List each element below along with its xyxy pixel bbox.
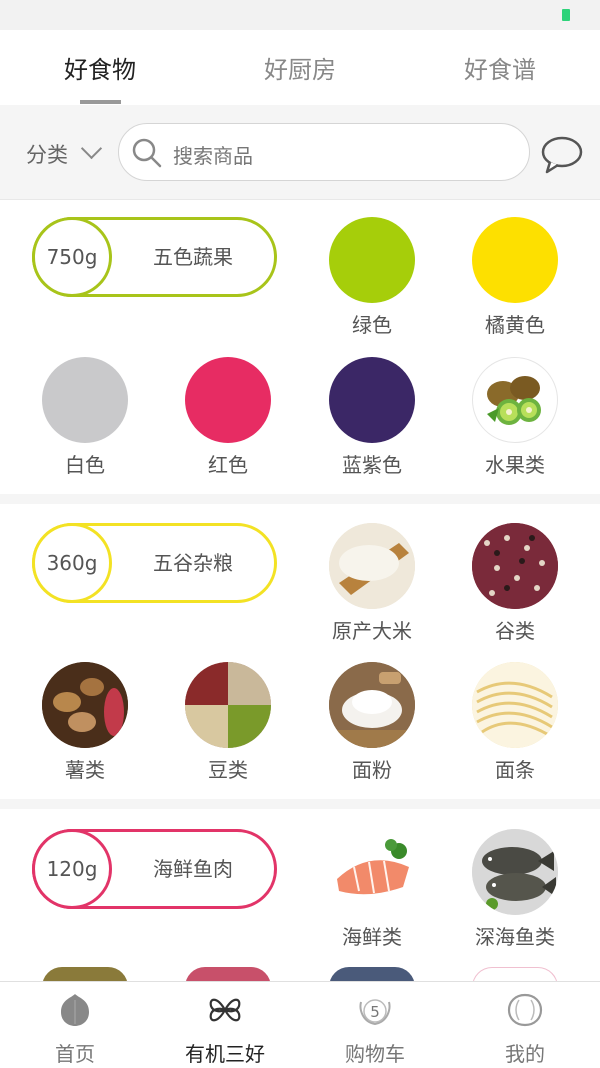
section-title: 海鲜鱼肉 [153, 857, 233, 881]
item-label: 豆类 [208, 758, 248, 782]
item-label: 蓝紫色 [342, 453, 402, 477]
top-tabs: 好食物 好厨房 好食谱 [0, 30, 600, 105]
item-label: 海鲜类 [342, 925, 402, 949]
section-title: 五谷杂粮 [153, 551, 233, 575]
category-green[interactable]: 绿色 [312, 217, 432, 338]
category-orange-yellow[interactable]: 橘黄色 [455, 217, 575, 338]
yellow-swatch [472, 217, 558, 303]
category-deep-sea-fish[interactable]: 深海鱼类 [455, 829, 575, 950]
potato-icon [42, 662, 128, 748]
category-tubers[interactable]: 薯类 [25, 662, 145, 783]
grains-icon [472, 523, 558, 609]
battery-icon [562, 9, 570, 21]
fish-icon [472, 829, 558, 915]
item-label: 红色 [208, 453, 248, 477]
item-label: 深海鱼类 [475, 925, 555, 949]
nav-label: 首页 [55, 1042, 95, 1066]
red-swatch [185, 357, 271, 443]
message-icon[interactable] [540, 135, 584, 175]
item-label: 白色 [65, 453, 105, 477]
profile-icon [507, 993, 543, 1027]
item-label: 面粉 [352, 758, 392, 782]
search-input[interactable]: 搜索商品 [118, 123, 530, 181]
nav-label: 有机三好 [185, 1042, 265, 1066]
item-label: 谷类 [495, 619, 535, 643]
salmon-icon [329, 829, 415, 915]
item-label: 原产大米 [332, 619, 412, 643]
item-label: 橘黄色 [485, 313, 545, 337]
nav-label: 购物车 [345, 1042, 405, 1066]
section-grains-header[interactable]: 360g 五谷杂粮 [32, 523, 277, 603]
item-label: 水果类 [485, 453, 545, 477]
beans-icon [185, 662, 271, 748]
section-divider [0, 494, 600, 504]
kiwi-icon [472, 357, 558, 443]
flour-icon [329, 662, 415, 748]
section-title: 五色蔬果 [153, 245, 233, 269]
bottom-navigation: 首页 有机三好 5 购物车 我的 [0, 981, 600, 1068]
search-icon [132, 138, 162, 168]
tab-good-recipe[interactable]: 好食谱 [420, 50, 580, 85]
chevron-down-icon[interactable] [80, 137, 103, 160]
search-placeholder: 搜索商品 [173, 144, 253, 168]
weight-badge: 120g [32, 829, 112, 909]
category-noodles[interactable]: 面条 [455, 662, 575, 783]
category-white[interactable]: 白色 [25, 357, 145, 478]
status-bar [0, 0, 600, 30]
item-label: 绿色 [352, 313, 392, 337]
item-label: 薯类 [65, 758, 105, 782]
category-dropdown[interactable]: 分类 [26, 139, 68, 169]
nav-profile[interactable]: 我的 [450, 982, 600, 1068]
nav-home[interactable]: 首页 [0, 982, 150, 1068]
rice-icon [329, 523, 415, 609]
category-grains[interactable]: 谷类 [455, 523, 575, 644]
item-label: 面条 [495, 758, 535, 782]
purple-swatch [329, 357, 415, 443]
nav-cart[interactable]: 5 购物车 [300, 982, 450, 1068]
section-vegetables-header[interactable]: 750g 五色蔬果 [32, 217, 277, 297]
cart-icon: 5 [359, 999, 391, 1026]
weight-badge: 360g [32, 523, 112, 603]
noodles-icon [472, 662, 558, 748]
cart-badge-count: 5 [370, 1003, 380, 1021]
category-fruits[interactable]: 水果类 [455, 357, 575, 478]
home-icon [61, 994, 89, 1026]
weight-badge: 750g [32, 217, 112, 297]
category-rice[interactable]: 原产大米 [312, 523, 432, 644]
section-seafood-header[interactable]: 120g 海鲜鱼肉 [32, 829, 277, 909]
tab-good-food[interactable]: 好食物 [20, 50, 180, 85]
organic-icon [209, 998, 241, 1022]
category-seafood[interactable]: 海鲜类 [312, 829, 432, 950]
category-flour[interactable]: 面粉 [312, 662, 432, 783]
tab-good-kitchen[interactable]: 好厨房 [220, 50, 380, 85]
white-swatch [42, 357, 128, 443]
active-tab-indicator [80, 100, 121, 104]
green-swatch [329, 217, 415, 303]
category-beans[interactable]: 豆类 [168, 662, 288, 783]
category-blue-purple[interactable]: 蓝紫色 [312, 357, 432, 478]
nav-organic[interactable]: 有机三好 [150, 982, 300, 1068]
search-bar: 分类 搜索商品 [0, 105, 600, 200]
category-red[interactable]: 红色 [168, 357, 288, 478]
nav-label: 我的 [505, 1042, 545, 1066]
section-divider [0, 799, 600, 809]
